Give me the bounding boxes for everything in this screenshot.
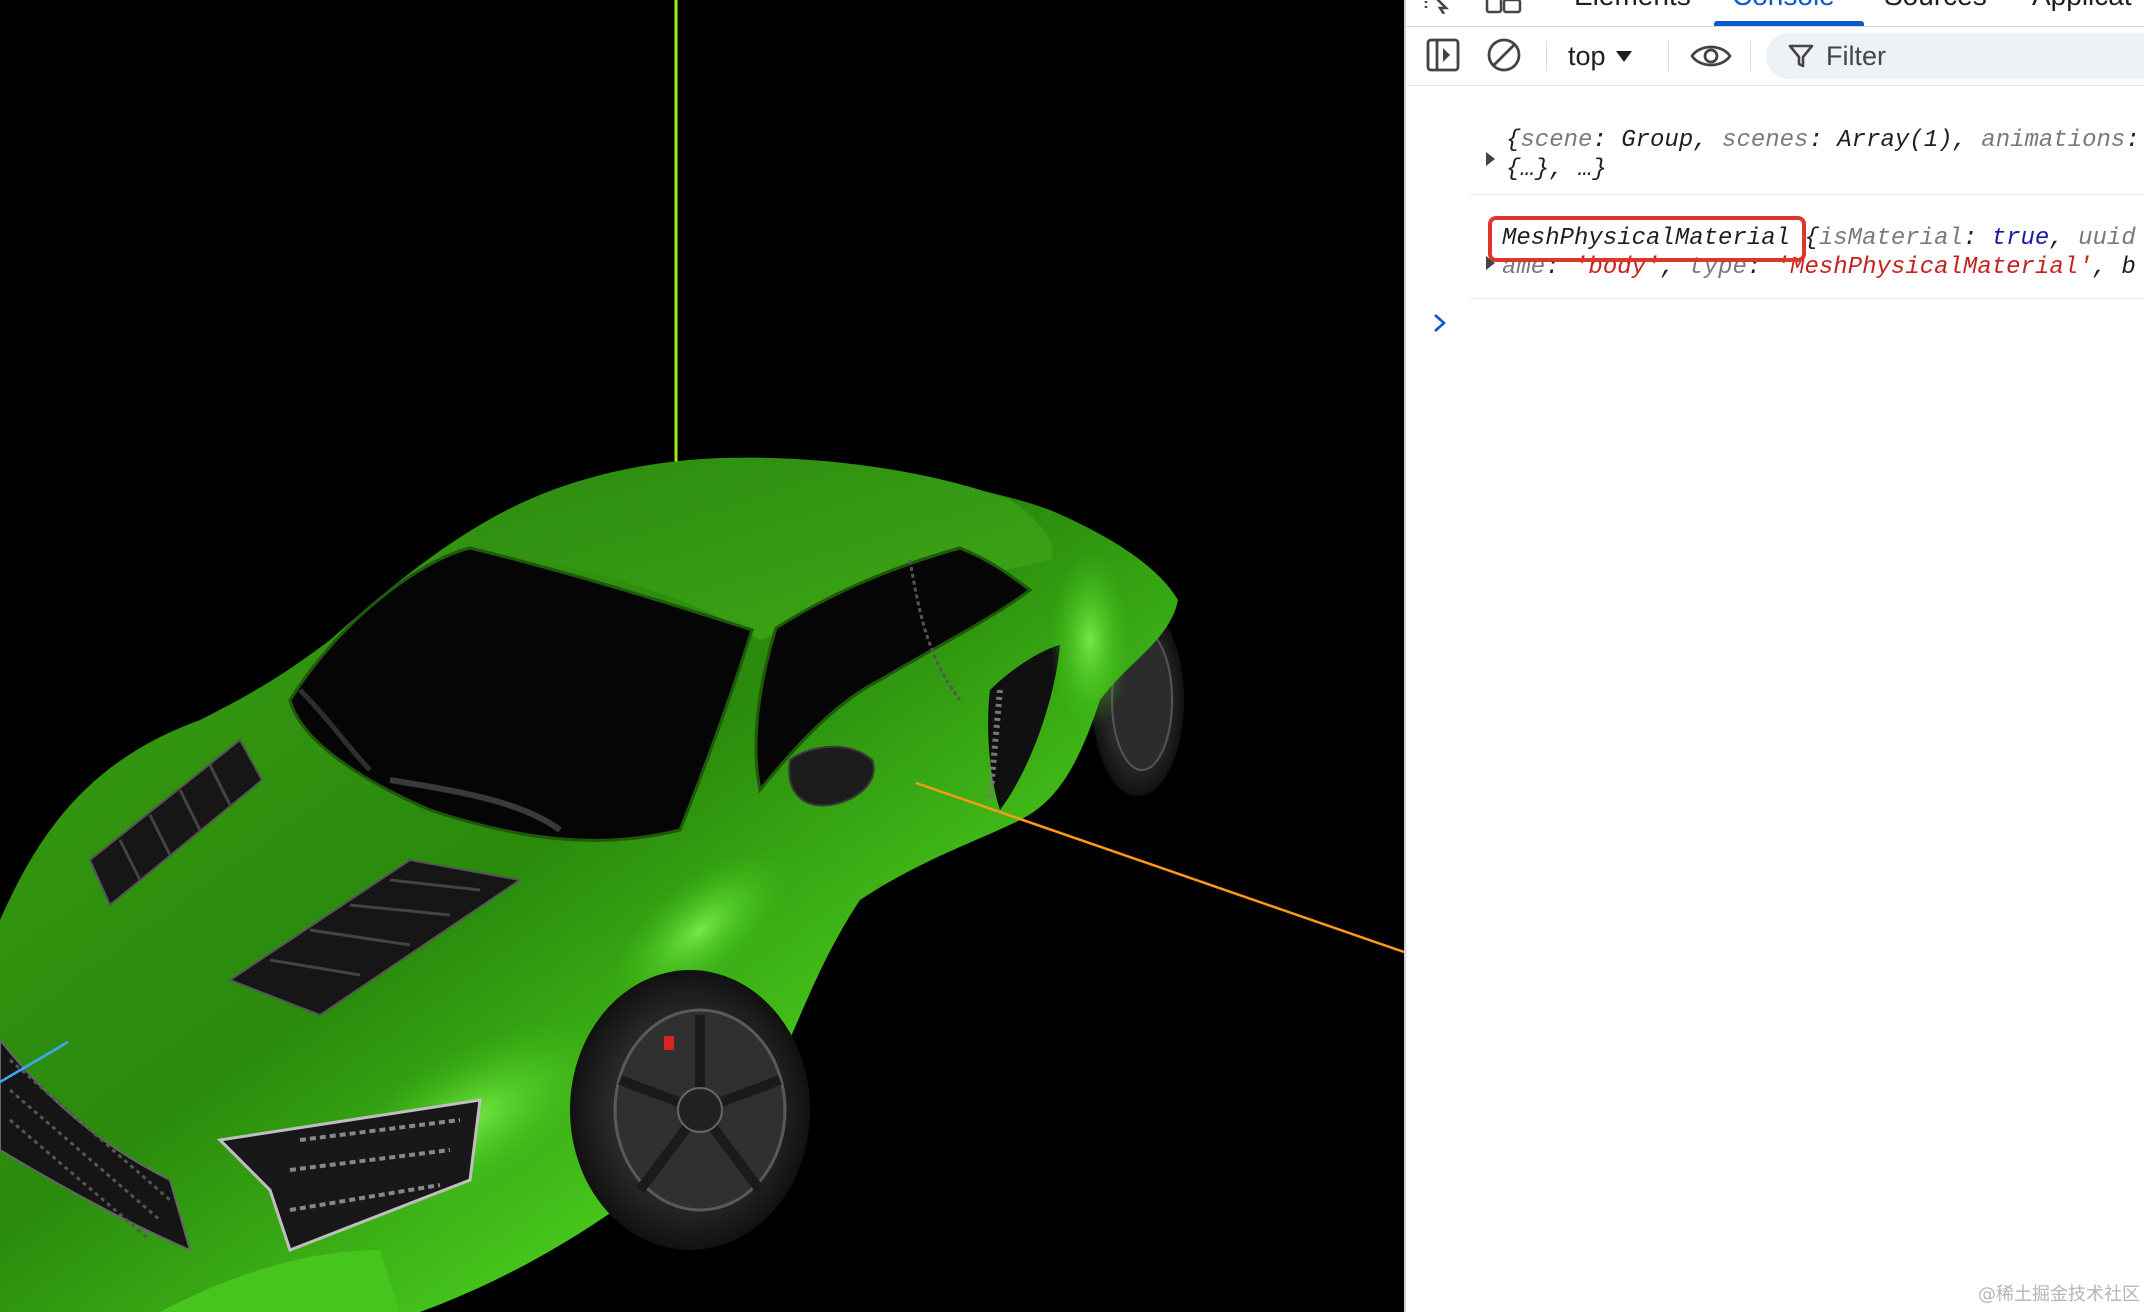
log-line: {…}, …} (1506, 155, 1607, 185)
log-token: scene (1520, 127, 1593, 154)
log-token: true (1991, 225, 2050, 252)
log-token: 'MeshPhysicalMaterial' (1775, 254, 2093, 281)
log-token: : Array(1), (1808, 127, 1982, 154)
log-token: animations (1981, 127, 2126, 154)
device-toolbar-icon[interactable] (1484, 0, 1524, 19)
annotation-highlight-box (1488, 216, 1806, 262)
devtools-panel: Elements Console Sources Applicat top Fi… (1404, 0, 2144, 1312)
tab-console[interactable]: Console (1732, 0, 1835, 12)
watermark: @稀土掘金技术社区 (1978, 1284, 2140, 1305)
3d-viewport[interactable] (0, 0, 1404, 1312)
expand-triangle-icon[interactable] (1486, 152, 1495, 166)
tab-sources[interactable]: Sources (1884, 0, 1987, 12)
log-token: uuid (2078, 225, 2136, 252)
filter-icon (1788, 44, 1814, 68)
tab-application[interactable]: Applicat (2032, 0, 2132, 12)
clear-console-icon[interactable] (1486, 37, 1522, 78)
log-token: scenes (1722, 127, 1809, 154)
tab-elements[interactable]: Elements (1574, 0, 1691, 12)
chevron-down-icon (1615, 50, 1632, 62)
sidebar-toggle-icon[interactable] (1426, 37, 1460, 78)
log-divider (1470, 194, 2144, 195)
live-expression-eye-icon[interactable] (1690, 41, 1732, 76)
log-token: { (1506, 127, 1521, 154)
log-token: : (2125, 127, 2140, 154)
filter-placeholder: Filter (1826, 40, 1886, 71)
filter-input[interactable]: Filter (1766, 33, 2144, 79)
log-line: {scene: Group, scenes: Array(1), animati… (1506, 126, 2140, 156)
context-selector-value: top (1568, 40, 1606, 71)
console-toolbar: top Filter (1406, 27, 2144, 86)
console-output: {scene: Group, scenes: Array(1), animati… (1406, 86, 2144, 1312)
log-token: isMaterial (1818, 225, 1963, 252)
log-token: : (1962, 225, 1992, 252)
log-token: , b (2092, 254, 2136, 281)
toolbar-separator (1750, 41, 1751, 71)
context-selector[interactable]: top (1568, 37, 1632, 75)
log-token: , (2049, 225, 2079, 252)
toolbar-separator (1668, 41, 1669, 71)
x-axis-line (915, 781, 1404, 954)
toolbar-separator (1546, 41, 1547, 71)
console-prompt-icon[interactable] (1432, 312, 1448, 342)
active-tab-indicator (1714, 21, 1864, 26)
log-token: { (1804, 225, 1819, 252)
log-divider (1470, 298, 2144, 299)
log-token: {…}, …} (1506, 156, 1607, 183)
car-scene (0, 0, 1404, 1312)
inspect-element-icon[interactable] (1422, 0, 1456, 19)
devtools-tabbar: Elements Console Sources Applicat (1406, 0, 2144, 27)
log-token: : Group, (1592, 127, 1723, 154)
